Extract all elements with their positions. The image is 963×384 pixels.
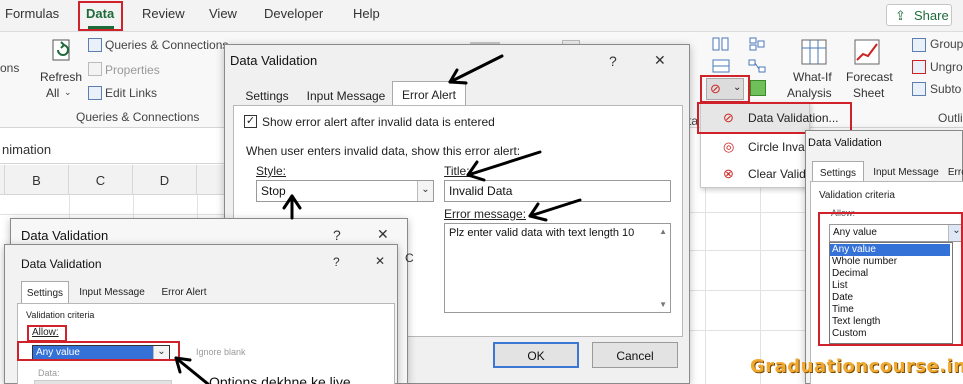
annotation-arrows xyxy=(174,54,582,384)
watermark: Graduationcourse.in xyxy=(750,356,963,377)
arrow-to-title xyxy=(466,150,542,177)
arrow-to-error-message xyxy=(528,198,582,218)
